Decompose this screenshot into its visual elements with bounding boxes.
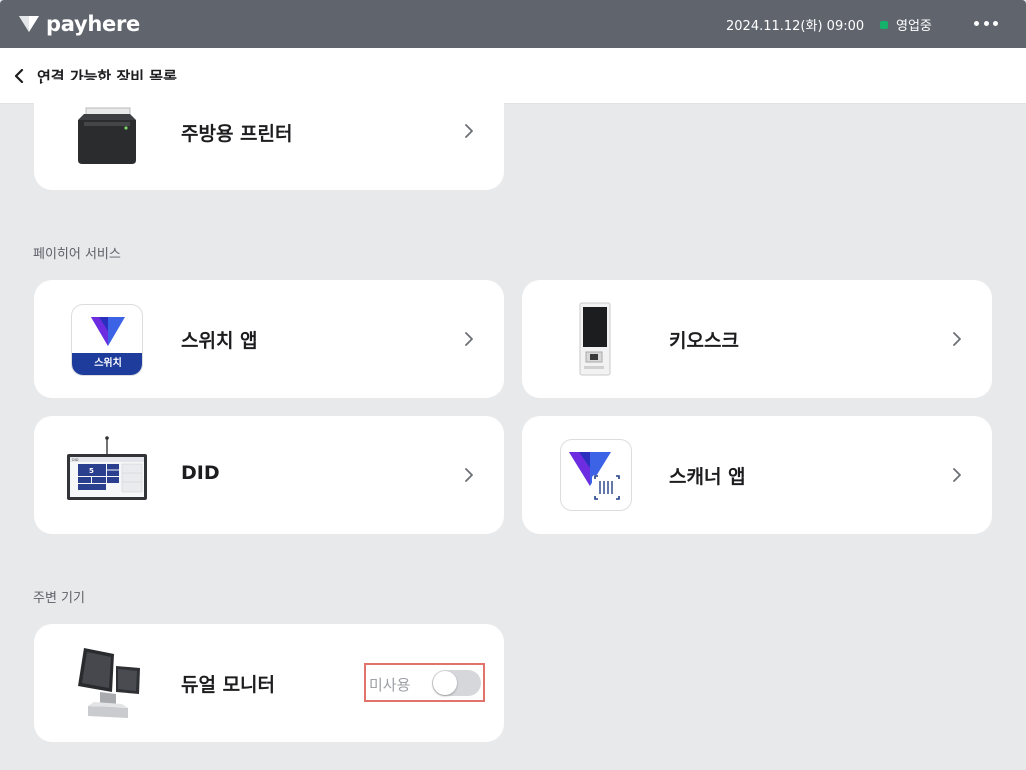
device-card-kitchen-printer[interactable]: 주방용 프린터 bbox=[34, 80, 504, 190]
section-label-peripherals: 주변 기기 bbox=[33, 591, 85, 606]
kiosk-icon bbox=[576, 302, 612, 382]
toggle-knob bbox=[433, 671, 457, 695]
printer-icon bbox=[74, 98, 140, 172]
toggle-status-label: 미사용 bbox=[369, 676, 411, 694]
business-status: 영업중 bbox=[880, 15, 932, 34]
device-card-switch-app[interactable]: 스위치 스위치 앱 bbox=[34, 280, 504, 398]
payhere-logo: payhere bbox=[18, 10, 140, 38]
dual-monitor-toggle[interactable] bbox=[432, 670, 481, 696]
did-screen-header: DID bbox=[72, 458, 79, 462]
chevron-right-icon bbox=[465, 332, 473, 346]
device-card-kiosk[interactable]: 키오스크 bbox=[522, 280, 992, 398]
device-name-dual-monitor: 듀얼 모니터 bbox=[181, 674, 276, 696]
section-label-payhere-services: 페이히어 서비스 bbox=[33, 247, 121, 262]
device-name-switch-app: 스위치 앱 bbox=[181, 330, 258, 352]
more-menu-icon[interactable] bbox=[974, 13, 998, 33]
device-card-scanner-app[interactable]: 스캐너 앱 bbox=[522, 416, 992, 534]
status-dot-icon bbox=[880, 20, 888, 29]
top-bar: payhere 2024.11.12(화) 09:00 영업중 bbox=[0, 0, 1026, 48]
dual-monitor-toggle-highlight: 미사용 bbox=[364, 663, 485, 702]
scanner-app-icon bbox=[560, 439, 632, 511]
datetime: 2024.11.12(화) 09:00 bbox=[726, 19, 865, 34]
device-name-kitchen-printer: 주방용 프린터 bbox=[181, 123, 293, 145]
dual-monitor-icon bbox=[72, 644, 144, 726]
device-name-kiosk: 키오스크 bbox=[669, 330, 739, 352]
brand-name: payhere bbox=[46, 12, 140, 36]
chevron-right-icon bbox=[953, 332, 961, 346]
chevron-right-icon bbox=[465, 124, 473, 138]
device-name-scanner-app: 스캐너 앱 bbox=[669, 466, 746, 488]
status-label: 영업중 bbox=[896, 19, 932, 34]
did-display-icon: DID 5 bbox=[66, 436, 148, 506]
back-chevron-icon[interactable] bbox=[14, 66, 30, 86]
switch-app-badge: 스위치 bbox=[72, 353, 142, 375]
payhere-logo-icon bbox=[19, 16, 39, 32]
did-screen-number: 5 bbox=[89, 467, 94, 475]
chevron-right-icon bbox=[953, 468, 961, 482]
device-card-did[interactable]: DID 5 DID bbox=[34, 416, 504, 534]
chevron-right-icon bbox=[465, 468, 473, 482]
device-name-did: DID bbox=[181, 462, 220, 484]
switch-app-icon: 스위치 bbox=[71, 304, 143, 376]
